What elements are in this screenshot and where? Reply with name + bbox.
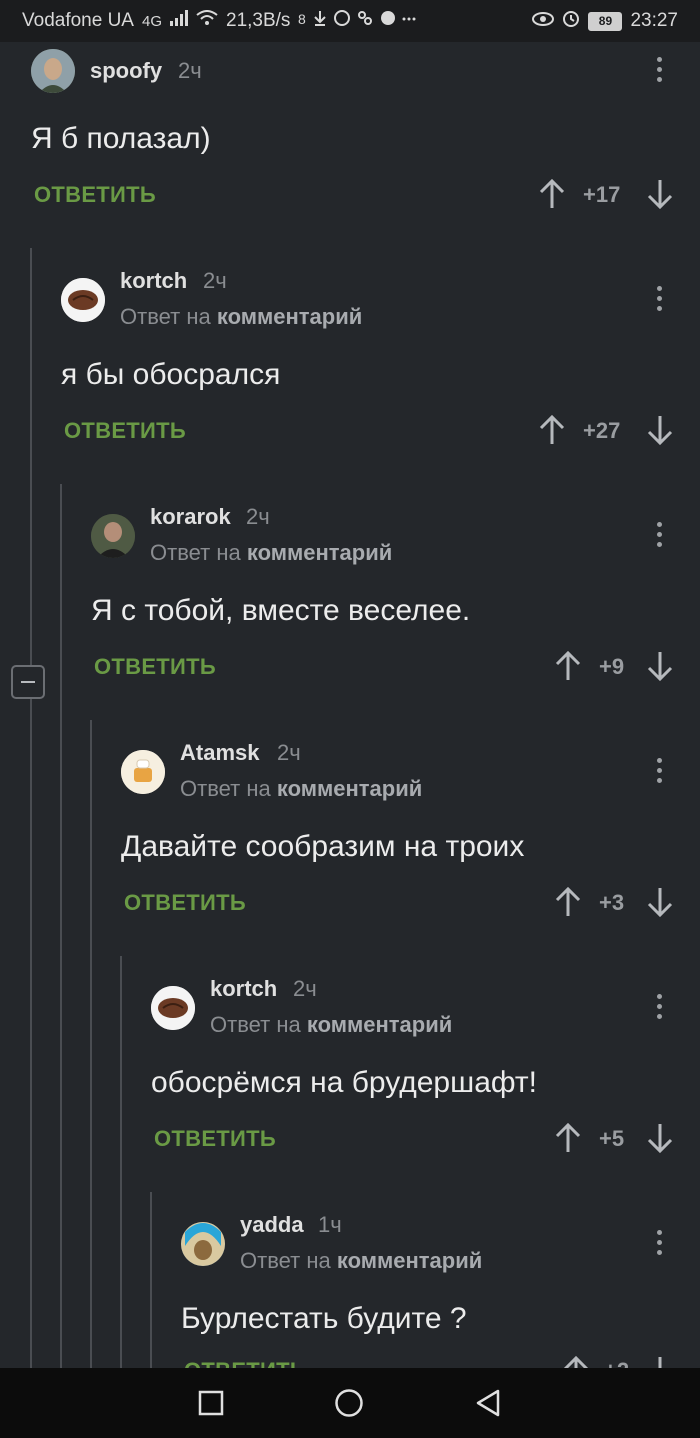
arrow-up-icon[interactable] bbox=[555, 886, 581, 918]
arrow-up-icon[interactable] bbox=[539, 178, 565, 210]
reply-to-line: Ответ на комментарий bbox=[150, 540, 392, 566]
arrow-down-icon[interactable] bbox=[647, 178, 673, 210]
svg-text:8: 8 bbox=[298, 11, 306, 27]
carrier-name: Vodafone UA bbox=[22, 10, 134, 31]
thread-line bbox=[120, 956, 122, 1368]
vote-score: +17 bbox=[583, 182, 621, 207]
avatar[interactable] bbox=[31, 49, 75, 93]
comment-text: Я б полазал) bbox=[31, 122, 211, 155]
reply-target-link[interactable]: комментарий bbox=[337, 1248, 482, 1273]
comment-text: обосрёмся на брудершафт! bbox=[151, 1066, 537, 1099]
more-menu-icon[interactable] bbox=[657, 758, 663, 788]
comments-thread: spoofy 2ч Я б полазал) ОТВЕТИТЬ +17 kort… bbox=[0, 42, 700, 1368]
vote-score: +3 bbox=[599, 890, 625, 915]
thread-line bbox=[30, 248, 32, 1368]
reply-button[interactable]: ОТВЕТИТЬ bbox=[34, 182, 156, 208]
avatar[interactable] bbox=[181, 1222, 225, 1266]
arrow-down-icon[interactable] bbox=[647, 886, 673, 918]
more-menu-icon[interactable] bbox=[657, 286, 663, 316]
reply-to-line: Ответ на комментарий bbox=[210, 1012, 452, 1038]
battery-icon: 89 bbox=[588, 11, 623, 31]
more-menu-icon[interactable] bbox=[657, 994, 663, 1024]
comment-text: я бы обосрался bbox=[61, 358, 281, 391]
arrow-up-icon[interactable] bbox=[555, 650, 581, 682]
username[interactable]: yadda bbox=[240, 1212, 304, 1238]
vote-score: +9 bbox=[599, 654, 625, 679]
reply-target-link[interactable]: комментарий bbox=[307, 1012, 452, 1037]
timestamp: 2ч bbox=[203, 268, 227, 293]
thread-line bbox=[90, 720, 92, 1368]
avatar[interactable] bbox=[91, 514, 135, 558]
username[interactable]: spoofy bbox=[90, 58, 162, 84]
thread-line bbox=[150, 1192, 152, 1368]
circle-home-icon[interactable] bbox=[334, 1388, 364, 1418]
data-speed: 21,3B/s bbox=[226, 10, 291, 31]
alarm-icon bbox=[562, 9, 580, 33]
eye-icon bbox=[532, 10, 555, 32]
reply-button[interactable]: ОТВЕТИТЬ bbox=[94, 654, 216, 680]
arrow-down-icon[interactable] bbox=[647, 650, 673, 682]
timestamp: 2ч bbox=[277, 740, 301, 765]
reply-prefix: Ответ на bbox=[210, 1012, 301, 1037]
reply-target-link[interactable]: комментарий bbox=[217, 304, 362, 329]
arrow-up-icon[interactable] bbox=[555, 1122, 581, 1154]
status-bar: Vodafone UA 4G 21,3B/s 8 89 23:27 bbox=[0, 0, 700, 42]
username[interactable]: kortch bbox=[210, 976, 277, 1002]
collapse-thread-button[interactable] bbox=[11, 665, 45, 699]
notification-icons: 8 bbox=[298, 9, 418, 33]
more-menu-icon[interactable] bbox=[657, 522, 663, 552]
reply-button[interactable]: ОТВЕТИТЬ bbox=[64, 418, 186, 444]
reply-prefix: Ответ на bbox=[150, 540, 241, 565]
reply-prefix: Ответ на bbox=[120, 304, 211, 329]
timestamp: 2ч bbox=[246, 504, 270, 529]
arrow-up-icon[interactable] bbox=[539, 414, 565, 446]
vote-score: +2 bbox=[604, 1358, 629, 1368]
reply-target-link[interactable]: комментарий bbox=[247, 540, 392, 565]
clock: 23:27 bbox=[630, 10, 678, 31]
arrow-down-icon[interactable] bbox=[647, 414, 673, 446]
signal-icon bbox=[170, 10, 188, 32]
more-menu-icon[interactable] bbox=[657, 1230, 663, 1260]
arrow-down-icon[interactable] bbox=[647, 1122, 673, 1154]
username[interactable]: Atamsk bbox=[180, 740, 259, 766]
avatar[interactable] bbox=[151, 986, 195, 1030]
reply-to-line: Ответ на комментарий bbox=[180, 776, 422, 802]
username[interactable]: kortch bbox=[120, 268, 187, 294]
triangle-back-icon[interactable] bbox=[474, 1388, 502, 1418]
comment-text: Я с тобой, вместе веселее. bbox=[91, 594, 471, 627]
reply-prefix: Ответ на bbox=[180, 776, 271, 801]
system-navigation-bar bbox=[0, 1368, 700, 1438]
reply-to-line: Ответ на комментарий bbox=[240, 1248, 482, 1274]
comment-text: Бурлестать будите ? bbox=[181, 1302, 467, 1335]
timestamp: 2ч bbox=[293, 976, 317, 1001]
vote-score: +27 bbox=[583, 418, 621, 443]
square-recent-icon[interactable] bbox=[198, 1390, 224, 1416]
wifi-icon bbox=[196, 10, 218, 32]
arrow-up-icon[interactable] bbox=[563, 1355, 589, 1368]
vote-score: +5 bbox=[599, 1126, 625, 1151]
timestamp: 1ч bbox=[318, 1212, 342, 1237]
avatar[interactable] bbox=[121, 750, 165, 794]
timestamp: 2ч bbox=[178, 58, 202, 83]
reply-target-link[interactable]: комментарий bbox=[277, 776, 422, 801]
thread-line bbox=[60, 484, 62, 1368]
avatar[interactable] bbox=[61, 278, 105, 322]
reply-prefix: Ответ на bbox=[240, 1248, 331, 1273]
reply-button[interactable]: ОТВЕТИТЬ bbox=[124, 890, 246, 916]
comment-text: Давайте сообразим на троих bbox=[121, 830, 525, 863]
network-type: 4G bbox=[141, 12, 162, 30]
reply-to-line: Ответ на комментарий bbox=[120, 304, 362, 330]
reply-button[interactable]: ОТВЕТИТЬ bbox=[184, 1358, 306, 1368]
arrow-down-icon[interactable] bbox=[647, 1355, 673, 1368]
more-menu-icon[interactable] bbox=[657, 57, 663, 87]
username[interactable]: korarok bbox=[150, 504, 231, 530]
reply-button[interactable]: ОТВЕТИТЬ bbox=[154, 1126, 276, 1152]
